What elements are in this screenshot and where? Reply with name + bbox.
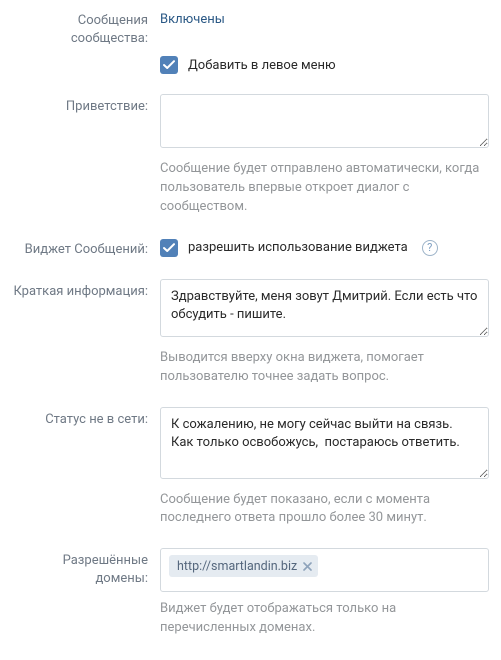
domains-field[interactable]: http://smartlandin.biz (160, 548, 489, 592)
close-icon (303, 562, 312, 571)
domain-token-text: http://smartlandin.biz (177, 559, 297, 574)
offline-textarea[interactable] (160, 407, 489, 479)
remove-token-icon[interactable] (303, 562, 312, 571)
short-info-label: Краткая информация: (12, 279, 160, 301)
offline-label: Статус не в сети: (12, 407, 160, 429)
offline-hint: Сообщение будет показано, если с момента… (160, 491, 489, 529)
help-icon[interactable]: ? (422, 240, 438, 256)
greeting-textarea[interactable] (160, 94, 489, 148)
allow-widget-label: разрешить использование виджета (188, 240, 408, 255)
allow-widget-checkbox[interactable] (160, 239, 178, 257)
widget-label: Виджет Сообщений: (12, 237, 160, 259)
check-icon (163, 243, 175, 253)
domain-token: http://smartlandin.biz (169, 555, 318, 577)
short-info-hint: Выводится вверху окна виджета, помогает … (160, 349, 489, 387)
add-to-menu-label: Добавить в левое меню (188, 58, 336, 73)
domains-hint: Виджет будет отображаться только на пере… (160, 600, 489, 638)
add-to-menu-checkbox[interactable] (160, 56, 178, 74)
check-icon (163, 60, 175, 70)
greeting-label: Приветствие: (12, 94, 160, 116)
domains-label: Разрешённые домены: (12, 548, 160, 588)
messages-label: Сообщения сообщества: (12, 8, 160, 48)
greeting-hint: Сообщение будет отправлено автоматически… (160, 160, 489, 217)
short-info-textarea[interactable] (160, 279, 489, 337)
messages-value-link[interactable]: Включены (160, 8, 225, 27)
